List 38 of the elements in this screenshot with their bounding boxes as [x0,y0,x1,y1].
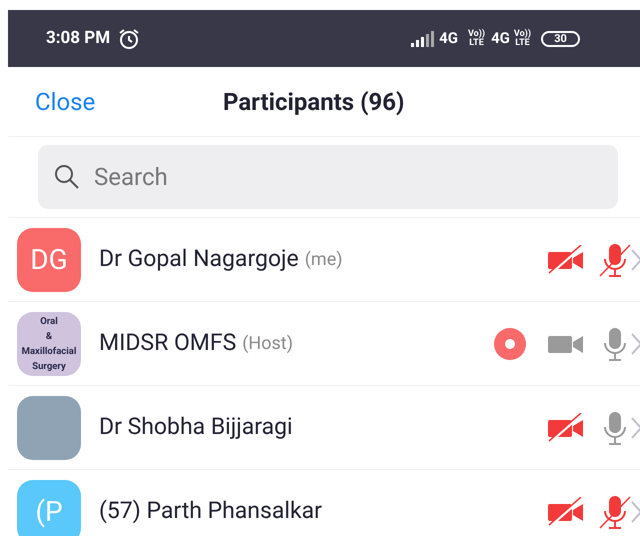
page-title: Participants (96) [223,86,404,118]
close-button[interactable]: Close [35,84,96,120]
participant-name: Dr Shobha Bijjaragi [99,412,293,442]
avatar-initials: (P [17,480,81,536]
participant-row[interactable]: Dr Shobha Bijjaragi [8,386,640,470]
chevron-right-icon[interactable] [630,500,640,524]
logo-text: Oral [40,314,58,328]
video-off-icon[interactable] [546,496,586,526]
participant-role: (me) [304,248,343,272]
participant-name: Dr Gopal Nagargoje [99,244,299,274]
microphone-muted-icon[interactable] [598,494,632,530]
logo-text: & [46,330,52,344]
search-field[interactable]: Search [38,145,618,209]
battery-indicator: 30 [541,30,580,46]
participant-row[interactable]: (P (57) Parth Phansalkar [8,470,640,536]
signal-bars-icon [411,30,436,46]
network-type: 4G [491,28,510,50]
photo-placeholder [17,396,81,460]
participant-row[interactable]: DG Dr Gopal Nagargoje (me) [8,218,640,302]
chevron-right-icon[interactable] [630,416,640,440]
avatar-initials: DG [17,228,81,292]
volte-label: Vo)) LTE [468,30,486,48]
alarm-clock-icon [118,28,140,50]
network-type: 4G [439,28,458,50]
participant-name: (57) Parth Phansalkar [99,496,322,526]
logo-text: Maxillofacial [22,344,76,358]
clock-time: 3:08 PM [46,26,110,50]
search-icon [54,164,80,190]
participant-name: MIDSR OMFS [99,328,236,358]
video-off-icon[interactable] [546,244,586,274]
logo-text: Surgery [32,360,66,374]
participant-row[interactable]: Oral & Maxillofacial Surgery MIDSR OMFS (Host) [8,302,640,386]
microphone-muted-icon[interactable] [598,242,632,278]
volte-label: Vo)) LTE [514,30,531,48]
video-off-icon[interactable] [546,412,586,442]
participant-role: (Host) [242,332,293,356]
chevron-right-icon[interactable] [630,332,640,356]
chevron-right-icon[interactable] [630,248,640,272]
